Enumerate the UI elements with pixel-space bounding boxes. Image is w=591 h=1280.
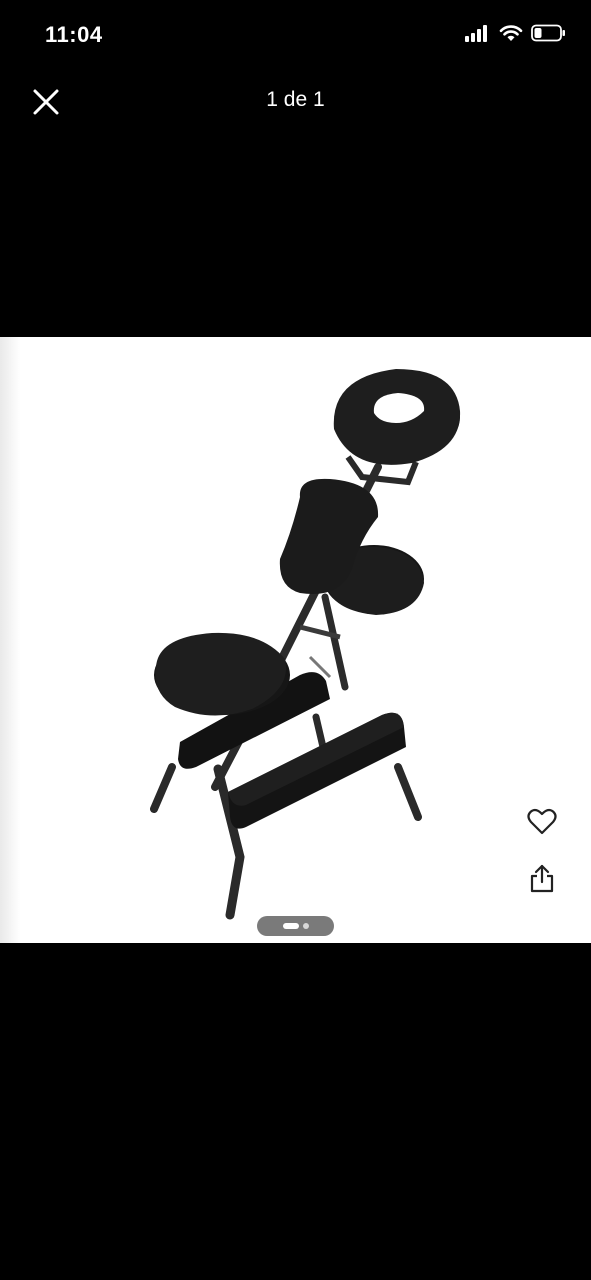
massage-chair-image [150,369,461,920]
page-indicator[interactable] [257,916,334,936]
battery-icon [531,24,565,42]
share-icon [530,864,554,893]
page-dot[interactable] [302,923,309,929]
page-counter: 1 de 1 [266,88,325,111]
status-time: 11:04 [45,22,103,47]
status-icons [465,24,567,42]
viewer-header: 1 de 1 [0,70,591,130]
photo-viewer[interactable] [0,337,591,943]
page-dot-active[interactable] [282,923,299,929]
share-button[interactable] [524,861,560,897]
signal-icon [465,25,487,42]
status-bar: 11:04 [0,0,591,70]
wifi-icon [499,25,523,41]
heart-icon [527,808,557,835]
like-button[interactable] [524,804,560,840]
